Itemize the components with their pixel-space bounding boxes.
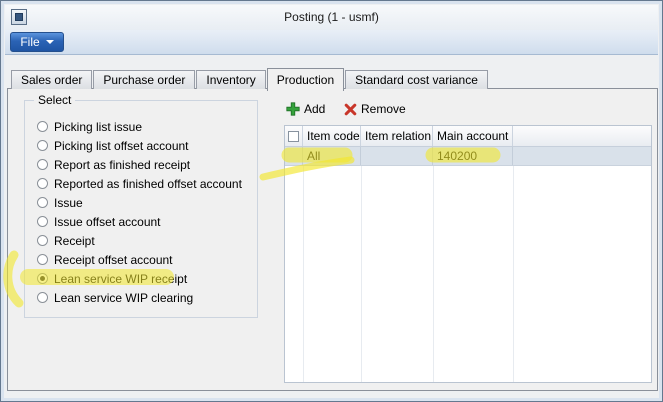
radio-icon — [37, 292, 48, 303]
remove-button-label: Remove — [361, 102, 406, 116]
posting-window: Posting (1 - usmf) File Sales order Purc… — [0, 0, 663, 402]
radio-reported-as-finished-offset-account[interactable]: Reported as finished offset account — [37, 174, 242, 193]
radio-icon — [37, 235, 48, 246]
radio-label: Receipt — [54, 234, 95, 248]
file-menu-button[interactable]: File — [10, 32, 64, 52]
radio-label: Receipt offset account — [54, 253, 173, 267]
radio-picking-list-offset-account[interactable]: Picking list offset account — [37, 136, 189, 155]
radio-issue[interactable]: Issue — [37, 193, 83, 212]
radio-receipt-offset-account[interactable]: Receipt offset account — [37, 250, 173, 269]
select-group-label: Select — [34, 93, 75, 107]
radio-icon — [37, 254, 48, 265]
tab-production[interactable]: Production — [267, 68, 344, 91]
tab-strip: Sales order Purchase order Inventory Pro… — [11, 67, 489, 89]
grid-vline — [303, 166, 304, 382]
header-checkbox-cell — [285, 126, 303, 146]
radio-picking-list-issue[interactable]: Picking list issue — [37, 117, 142, 136]
col-item-code[interactable]: Item code — [303, 126, 361, 146]
tab-sales-order[interactable]: Sales order — [11, 70, 92, 89]
remove-button[interactable]: Remove — [344, 100, 406, 118]
radio-lean-service-wip-clearing[interactable]: Lean service WIP clearing — [37, 288, 193, 307]
header-filler — [513, 126, 651, 146]
radio-label: Lean service WIP clearing — [54, 291, 193, 305]
radio-lean-service-wip-receipt[interactable]: Lean service WIP receipt — [37, 269, 187, 288]
radio-label: Issue — [54, 196, 83, 210]
add-button[interactable]: Add — [286, 100, 325, 118]
radio-icon — [37, 140, 48, 151]
select-groupbox: Select Picking list issue Picking list o… — [24, 100, 258, 318]
file-menu-label: File — [20, 35, 39, 49]
window-title: Posting (1 - usmf) — [5, 5, 658, 30]
menu-strip: File — [5, 30, 658, 55]
remove-x-icon — [344, 103, 357, 116]
radio-icon — [37, 121, 48, 132]
tab-inventory[interactable]: Inventory — [196, 70, 265, 89]
radio-icon — [37, 159, 48, 170]
radio-label: Report as finished receipt — [54, 158, 190, 172]
radio-icon — [37, 178, 48, 189]
radio-label: Lean service WIP receipt — [54, 272, 187, 286]
grid-vline — [513, 166, 514, 382]
radio-label: Issue offset account — [54, 215, 161, 229]
radio-icon-checked — [37, 273, 48, 284]
radio-icon — [37, 216, 48, 227]
radio-icon — [37, 197, 48, 208]
add-button-label: Add — [304, 102, 325, 116]
cell-item-relation — [361, 147, 433, 165]
row-checkbox-cell[interactable] — [285, 147, 303, 165]
cell-item-code: All — [303, 147, 361, 165]
grid-header: Item code Item relation Main account — [285, 126, 651, 147]
posting-grid: Item code Item relation Main account All… — [284, 125, 652, 383]
titlebar: Posting (1 - usmf) — [5, 5, 658, 30]
grid-row[interactable]: All 140200 — [285, 147, 651, 166]
row-filler — [513, 147, 651, 165]
radio-label: Picking list issue — [54, 120, 142, 134]
col-main-account[interactable]: Main account — [433, 126, 513, 146]
radio-label: Reported as finished offset account — [54, 177, 242, 191]
grid-vline — [361, 166, 362, 382]
grid-vline — [433, 166, 434, 382]
radio-receipt[interactable]: Receipt — [37, 231, 95, 250]
tab-standard-cost-variance[interactable]: Standard cost variance — [345, 70, 488, 89]
radio-report-as-finished-receipt[interactable]: Report as finished receipt — [37, 155, 190, 174]
cell-main-account: 140200 — [433, 147, 513, 165]
radio-issue-offset-account[interactable]: Issue offset account — [37, 212, 161, 231]
col-item-relation[interactable]: Item relation — [361, 126, 433, 146]
chevron-down-icon — [46, 40, 54, 44]
production-tab-panel: Select Picking list issue Picking list o… — [7, 88, 658, 391]
radio-label: Picking list offset account — [54, 139, 189, 153]
tab-purchase-order[interactable]: Purchase order — [93, 70, 195, 89]
select-all-checkbox[interactable] — [288, 131, 299, 142]
plus-icon — [286, 102, 300, 116]
